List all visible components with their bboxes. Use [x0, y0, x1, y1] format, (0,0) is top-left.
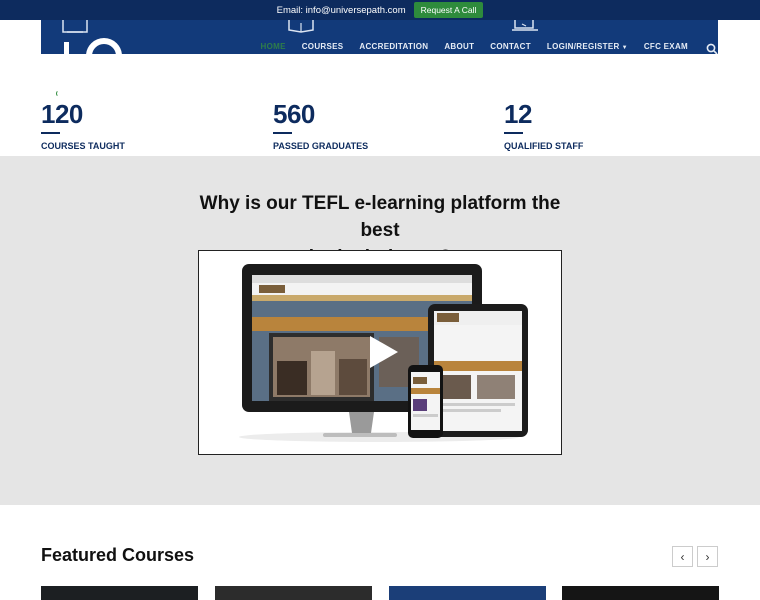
nav-contact[interactable]: CONTACT — [490, 42, 531, 51]
course-card[interactable] — [41, 586, 198, 600]
stat-label: QUALIFIED STAFF — [504, 141, 584, 151]
loading-spinner-icon — [56, 90, 63, 97]
book-icon — [288, 20, 314, 33]
site-logo[interactable] — [61, 20, 141, 54]
carousel-prev-button[interactable]: ‹ — [672, 546, 693, 567]
promo-heading-line1: Why is our TEFL e-learning platform the … — [199, 193, 561, 241]
chevron-left-icon: ‹ — [680, 549, 685, 564]
course-card[interactable] — [562, 586, 719, 600]
caret-down-icon: ▼ — [621, 45, 628, 51]
nav-about[interactable]: ABOUT — [444, 42, 474, 51]
stat-underline — [273, 132, 292, 134]
featured-courses-title: Featured Courses — [41, 545, 195, 565]
carousel-next-button[interactable]: › — [697, 546, 718, 567]
laptop-icon — [512, 20, 538, 31]
course-card[interactable] — [215, 586, 372, 600]
nav-accreditation[interactable]: ACCREDITATION — [359, 42, 428, 51]
stat-courses: 120 COURSES TAUGHT — [41, 99, 125, 151]
promo-video[interactable] — [198, 250, 562, 455]
chevron-right-icon: › — [705, 549, 710, 564]
course-card[interactable] — [389, 586, 546, 600]
top-contact-bar: Email: info@universepath.com Request A C… — [0, 0, 760, 20]
stat-value: 560 — [273, 99, 315, 129]
nav-cfc-exam[interactable]: CFC EXAM — [644, 42, 688, 51]
search-icon[interactable] — [706, 43, 718, 54]
nav-courses[interactable]: COURSES — [302, 42, 344, 51]
stat-value: 120 — [41, 99, 83, 129]
stat-label: PASSED GRADUATES — [273, 141, 369, 151]
request-call-button[interactable]: Request A Call — [413, 2, 484, 18]
stat-graduates: 560 PASSED GRADUATES — [273, 99, 368, 151]
nav-home[interactable]: HOME — [261, 42, 286, 51]
nav-login-register-label: LOGIN/REGISTER — [546, 42, 620, 51]
stat-underline — [41, 132, 60, 134]
stat-value: 12 — [504, 99, 532, 129]
play-icon[interactable] — [369, 335, 399, 369]
stat-staff: 12 QUALIFIED STAFF — [504, 99, 583, 151]
stat-underline — [504, 132, 523, 134]
email-link[interactable]: Email: info@universepath.com — [277, 5, 406, 16]
main-header: HOME COURSES ACCREDITATION ABOUT CONTACT… — [41, 20, 718, 54]
main-nav: HOME COURSES ACCREDITATION ABOUT CONTACT… — [261, 42, 688, 51]
stat-label: COURSES TAUGHT — [41, 141, 125, 151]
nav-login-register[interactable]: LOGIN/REGISTER ▼ — [547, 42, 628, 51]
